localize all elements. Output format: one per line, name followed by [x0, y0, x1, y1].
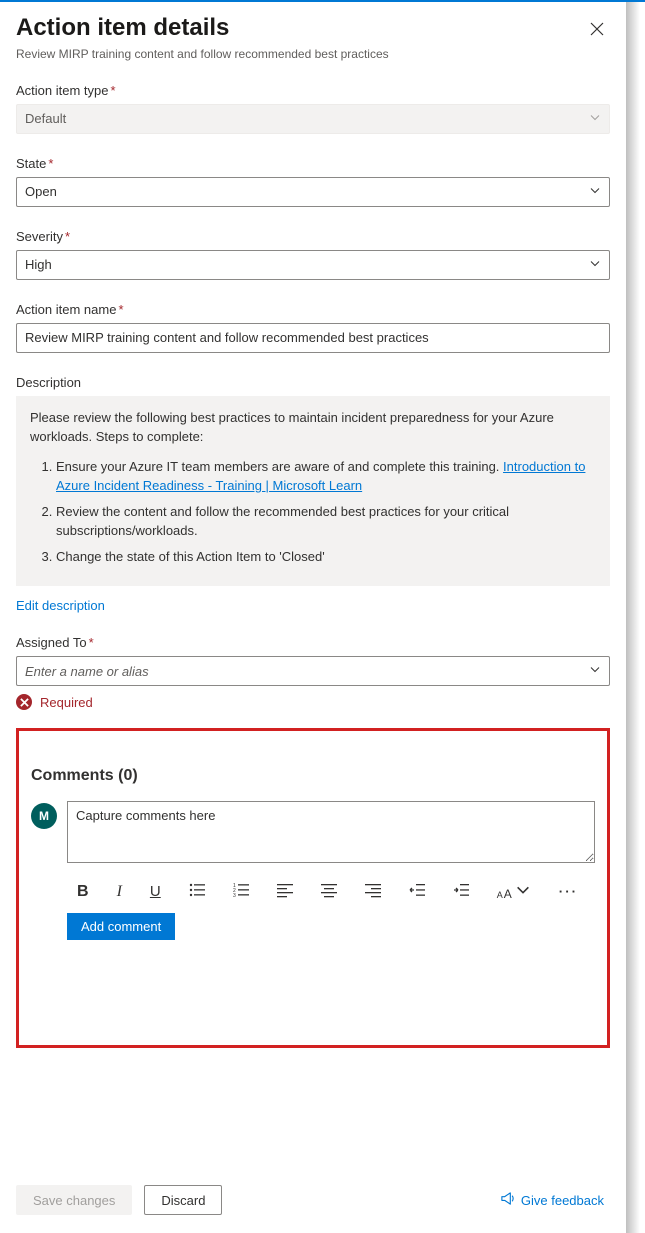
numbered-list-button[interactable]: 123: [231, 880, 251, 903]
outdent-button[interactable]: [407, 880, 427, 903]
field-description: Description Please review the following …: [16, 375, 610, 614]
field-action-item-name: Action item name* Review MIRP training c…: [16, 302, 610, 353]
avatar: M: [31, 803, 57, 829]
chevron-down-icon: [589, 664, 601, 679]
align-right-icon: [365, 882, 381, 901]
edit-description-button[interactable]: Edit description: [16, 598, 105, 613]
align-left-button[interactable]: [275, 880, 295, 903]
close-button[interactable]: [584, 16, 610, 45]
error-text: Required: [40, 695, 93, 710]
required-marker: *: [111, 83, 116, 98]
input-assigned-to[interactable]: Enter a name or alias: [16, 656, 610, 686]
italic-button[interactable]: I: [115, 881, 124, 903]
label-assigned-to: Assigned To*: [16, 635, 610, 650]
field-state: State* Open: [16, 156, 610, 207]
required-marker: *: [89, 635, 94, 650]
bullet-list-button[interactable]: [187, 880, 207, 903]
outdent-icon: [409, 882, 425, 901]
comment-input[interactable]: [67, 801, 595, 863]
description-content: Please review the following best practic…: [16, 396, 610, 587]
align-right-button[interactable]: [363, 880, 383, 903]
numbered-list-icon: 123: [233, 882, 249, 901]
select-severity[interactable]: High: [16, 250, 610, 280]
label-description: Description: [16, 375, 610, 390]
select-action-item-type-value: Default: [25, 111, 66, 126]
select-severity-value: High: [25, 257, 52, 272]
align-center-button[interactable]: [319, 880, 339, 903]
field-assigned-to: Assigned To* Enter a name or alias Requi…: [16, 635, 610, 710]
required-marker: *: [48, 156, 53, 171]
megaphone-icon: [500, 1191, 515, 1209]
close-icon: [590, 24, 604, 39]
description-step-3: Change the state of this Action Item to …: [56, 547, 596, 567]
field-action-item-type: Action item type* Default: [16, 83, 610, 134]
give-feedback-label: Give feedback: [521, 1193, 604, 1208]
panel-footer: Save changes Discard Give feedback: [16, 1185, 610, 1215]
rich-text-toolbar: B I U 123: [75, 880, 595, 903]
error-assigned-to: Required: [16, 694, 610, 710]
panel-header: Action item details Review MIRP training…: [16, 2, 610, 61]
save-changes-button: Save changes: [16, 1185, 132, 1215]
add-comment-button[interactable]: Add comment: [67, 913, 175, 940]
label-state: State*: [16, 156, 610, 171]
label-action-item-name: Action item name*: [16, 302, 610, 317]
chevron-down-icon: [589, 184, 601, 199]
discard-button[interactable]: Discard: [144, 1185, 222, 1215]
field-severity: Severity* High: [16, 229, 610, 280]
give-feedback-button[interactable]: Give feedback: [494, 1190, 610, 1210]
label-severity: Severity*: [16, 229, 610, 244]
select-state[interactable]: Open: [16, 177, 610, 207]
required-marker: *: [118, 302, 123, 317]
italic-icon: I: [117, 883, 122, 901]
comments-heading: Comments (0): [31, 767, 595, 785]
select-action-item-type: Default: [16, 104, 610, 134]
chevron-down-icon: [589, 257, 601, 272]
svg-text:3: 3: [233, 893, 236, 898]
panel-title: Action item details: [16, 14, 584, 43]
chevron-down-icon: [589, 111, 601, 126]
input-assigned-to-placeholder: Enter a name or alias: [25, 664, 149, 679]
select-state-value: Open: [25, 184, 57, 199]
more-icon: ···: [559, 884, 578, 899]
bold-button[interactable]: B: [75, 881, 91, 903]
input-action-item-name[interactable]: Review MIRP training content and follow …: [16, 323, 610, 353]
align-center-icon: [321, 882, 337, 901]
input-action-item-name-value: Review MIRP training content and follow …: [25, 330, 429, 345]
indent-button[interactable]: [451, 880, 471, 903]
font-size-icon: AA: [497, 882, 531, 901]
description-step-1: Ensure your Azure IT team members are aw…: [56, 457, 596, 496]
align-left-icon: [277, 882, 293, 901]
comments-section: Comments (0) M B I U 123: [16, 728, 610, 1048]
bullet-list-icon: [189, 882, 205, 901]
label-action-item-type: Action item type*: [16, 83, 610, 98]
font-size-button[interactable]: AA: [495, 880, 533, 903]
more-options-button[interactable]: ···: [557, 882, 580, 901]
error-icon: [16, 694, 32, 710]
bold-icon: B: [77, 883, 89, 901]
required-marker: *: [65, 229, 70, 244]
indent-icon: [453, 882, 469, 901]
underline-button[interactable]: U: [148, 881, 163, 902]
panel-subtitle: Review MIRP training content and follow …: [16, 47, 584, 61]
description-step-2: Review the content and follow the recomm…: [56, 502, 596, 541]
description-intro: Please review the following best practic…: [30, 408, 596, 447]
underline-icon: U: [150, 883, 161, 900]
